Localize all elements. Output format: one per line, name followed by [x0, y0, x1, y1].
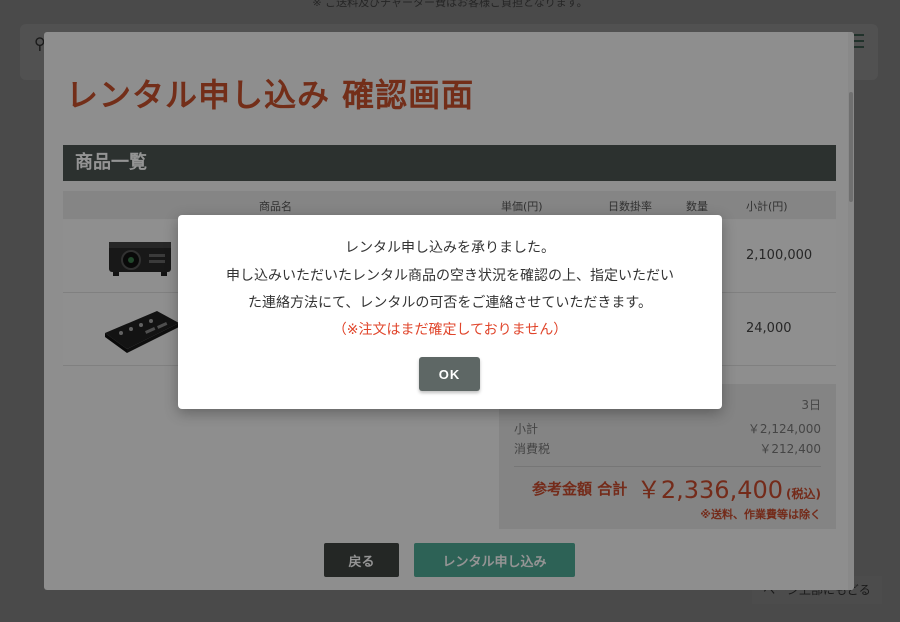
dialog-message-line1: レンタル申し込みを承りました。 — [345, 240, 555, 256]
dialog-message-line2: 申し込みいただいたレンタル商品の空き状況を確認の上、指定いただい — [226, 268, 674, 284]
dialog-warning: （※注文はまだ確定しておりません） — [332, 322, 568, 338]
confirmation-dialog: レンタル申し込みを承りました。 申し込みいただいたレンタル商品の空き状況を確認の… — [178, 215, 722, 409]
dialog-message-line3: た連絡方法にて、レンタルの可否をご連絡させていただきます。 — [248, 295, 652, 311]
ok-button[interactable]: OK — [419, 357, 480, 391]
